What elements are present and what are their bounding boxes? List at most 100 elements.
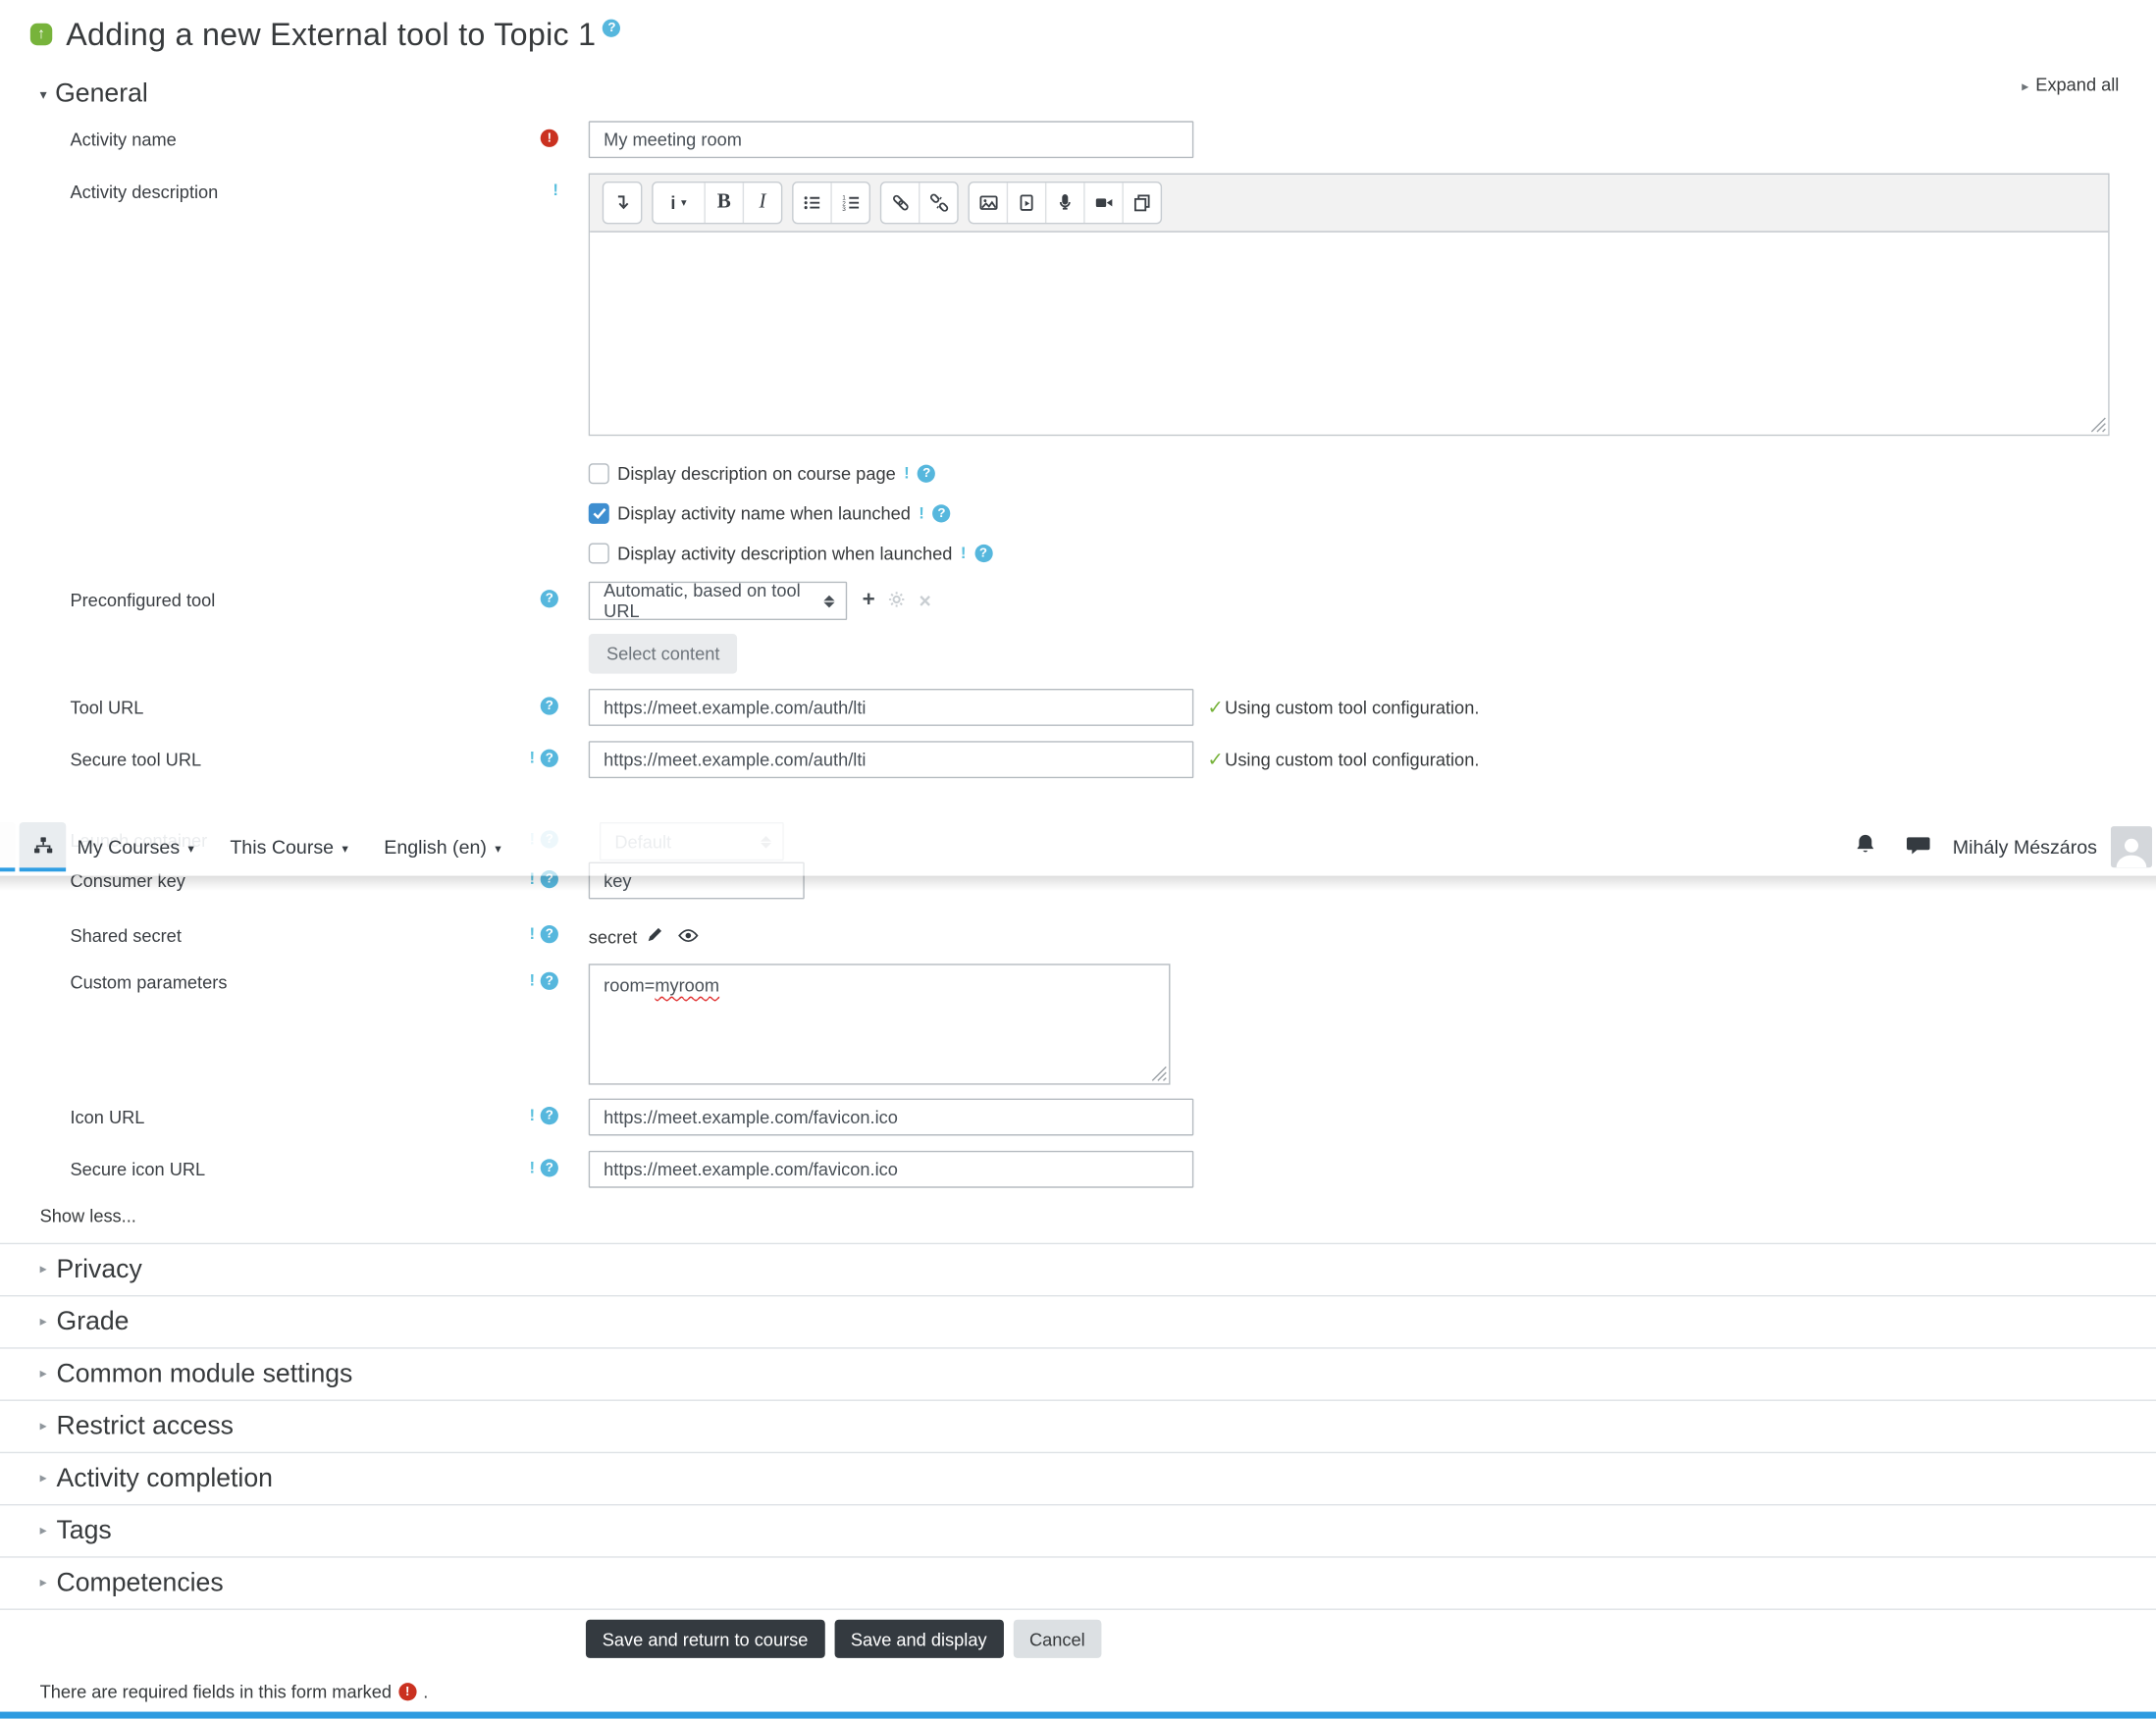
user-name[interactable]: Mihály Mészáros (1953, 836, 2097, 858)
required-icon: ! (540, 129, 558, 147)
expand-all-link[interactable]: ▸ Expand all (2022, 75, 2119, 95)
resize-handle[interactable] (2090, 417, 2107, 434)
cancel-button[interactable]: Cancel (1013, 1619, 1102, 1658)
secure-tool-url-input[interactable] (588, 741, 1194, 779)
help-icon[interactable]: ? (918, 464, 936, 483)
italic-button[interactable]: I (742, 182, 781, 223)
select-content-button[interactable]: Select content (588, 633, 738, 674)
person-icon (2116, 838, 2147, 868)
help-icon[interactable]: ? (540, 925, 558, 944)
tool-url-row: Tool URL ? ✓ Using custom tool configura… (70, 689, 2156, 726)
display-activity-description-checkbox[interactable] (588, 543, 609, 564)
tool-url-status: ✓ Using custom tool configuration. (1207, 696, 1480, 718)
checkbox-label: Display activity name when launched (617, 502, 911, 524)
save-and-return-button[interactable]: Save and return to course (585, 1619, 825, 1658)
nav-tab-partial[interactable] (0, 821, 16, 872)
collapsed-sections: ▸ Privacy ▸ Grade ▸ Common module settin… (0, 1242, 2156, 1610)
icon-url-input[interactable] (588, 1098, 1194, 1136)
help-icon[interactable]: ? (540, 697, 558, 715)
secure-tool-url-label: Secure tool URL (70, 749, 202, 770)
help-icon[interactable]: ? (540, 749, 558, 767)
rich-text-editor: i ▾ B I 123 (588, 173, 2110, 437)
nav-my-courses[interactable]: My Courses ▾ (77, 836, 193, 858)
activity-description-label: Activity description (70, 181, 219, 202)
icon-url-row: Icon URL ! ? (70, 1098, 2156, 1136)
section-activity-completion[interactable]: ▸ Activity completion (0, 1451, 2156, 1504)
reveal-eye-icon[interactable] (678, 926, 700, 947)
warning-icon: ! (960, 543, 967, 563)
paragraph-style-menu[interactable]: i ▾ (654, 182, 705, 223)
section-tags[interactable]: ▸ Tags (0, 1503, 2156, 1556)
caret-right-icon: ▸ (2022, 79, 2029, 95)
edit-pencil-icon[interactable] (647, 925, 664, 947)
external-tool-icon: ↑ (29, 23, 53, 46)
activity-name-row: Activity name ! (70, 121, 2156, 159)
show-less-link[interactable]: Show less... (40, 1206, 2156, 1226)
icon-url-label: Icon URL (70, 1107, 145, 1128)
unlink-icon[interactable] (919, 182, 957, 223)
display-activity-description-row: Display activity description when launch… (588, 543, 2156, 564)
messages-icon[interactable] (1906, 834, 1930, 860)
record-audio-icon[interactable] (1044, 182, 1083, 223)
nav-language[interactable]: English (en) ▾ (384, 836, 500, 858)
display-description-checkbox[interactable] (588, 463, 609, 485)
site-navigation-tab[interactable] (19, 821, 67, 872)
help-icon[interactable]: ? (973, 544, 993, 563)
delete-tool-icon[interactable]: × (920, 591, 931, 611)
notifications-bell-icon[interactable] (1854, 833, 1877, 860)
warning-icon: ! (904, 463, 910, 483)
form-actions: Save and return to course Save and displ… (585, 1619, 2156, 1658)
help-icon[interactable]: ? (540, 1107, 558, 1125)
activity-name-label: Activity name (70, 129, 177, 150)
unordered-list-icon[interactable] (794, 182, 831, 223)
activity-name-input[interactable] (588, 121, 1194, 159)
bold-button[interactable]: B (704, 182, 742, 223)
help-icon[interactable]: ? (540, 971, 558, 990)
caret-right-icon: ▸ (39, 1575, 47, 1591)
media-icon[interactable] (1006, 182, 1045, 223)
help-icon[interactable]: ? (540, 590, 558, 608)
custom-parameters-label: Custom parameters (70, 971, 228, 993)
collapse-toolbar-icon[interactable] (604, 182, 641, 223)
add-tool-icon[interactable]: + (863, 589, 875, 611)
caret-right-icon: ▸ (39, 1419, 47, 1434)
caret-right-icon: ▸ (39, 1471, 47, 1486)
check-icon: ✓ (1207, 696, 1224, 718)
tool-url-input[interactable] (588, 689, 1194, 726)
section-grade[interactable]: ▸ Grade (0, 1294, 2156, 1347)
section-general-header[interactable]: ▾ General (40, 79, 2156, 110)
secure-tool-url-row: Secure tool URL ! ? ✓ Using custom tool … (70, 741, 2156, 779)
link-icon[interactable] (881, 182, 919, 223)
section-restrict-access[interactable]: ▸ Restrict access (0, 1399, 2156, 1451)
nav-this-course[interactable]: This Course ▾ (230, 836, 348, 858)
activity-description-row: Activity description ! i ▾ B I 1 2 3 (70, 173, 2156, 437)
description-editor-area[interactable] (590, 231, 2109, 435)
secure-icon-url-input[interactable] (588, 1150, 1194, 1188)
resize-handle[interactable] (1151, 1066, 1168, 1082)
help-icon[interactable]: ? (932, 504, 951, 523)
section-privacy[interactable]: ▸ Privacy (0, 1242, 2156, 1295)
help-icon[interactable]: ? (603, 18, 621, 37)
record-video-icon[interactable] (1083, 182, 1122, 223)
display-activity-name-row: Display activity name when launched ! ? (588, 502, 2156, 524)
manage-files-icon[interactable] (1122, 182, 1160, 223)
edit-tool-gear-icon[interactable] (889, 591, 906, 611)
ordered-list-icon[interactable]: 123 (830, 182, 868, 223)
section-competencies[interactable]: ▸ Competencies (0, 1556, 2156, 1608)
caret-right-icon: ▸ (39, 1262, 47, 1277)
image-icon[interactable] (970, 182, 1007, 223)
help-icon[interactable]: ? (540, 1159, 558, 1177)
display-activity-name-checkbox[interactable] (588, 502, 609, 524)
caret-right-icon: ▸ (39, 1314, 47, 1330)
preconfigured-tool-select[interactable]: Automatic, based on tool URL (588, 580, 848, 621)
save-and-display-button[interactable]: Save and display (834, 1619, 1004, 1658)
warning-icon: ! (919, 502, 924, 523)
warning-icon: ! (529, 970, 536, 990)
avatar[interactable] (2110, 826, 2153, 868)
section-common-module-settings[interactable]: ▸ Common module settings (0, 1347, 2156, 1399)
display-description-row: Display description on course page ! ? (588, 463, 2156, 485)
custom-parameters-textarea[interactable]: room=myroom (588, 964, 1171, 1085)
misspelled-word: myroom (655, 974, 720, 996)
caret-down-icon: ▾ (681, 196, 687, 209)
warning-icon: ! (529, 923, 536, 944)
